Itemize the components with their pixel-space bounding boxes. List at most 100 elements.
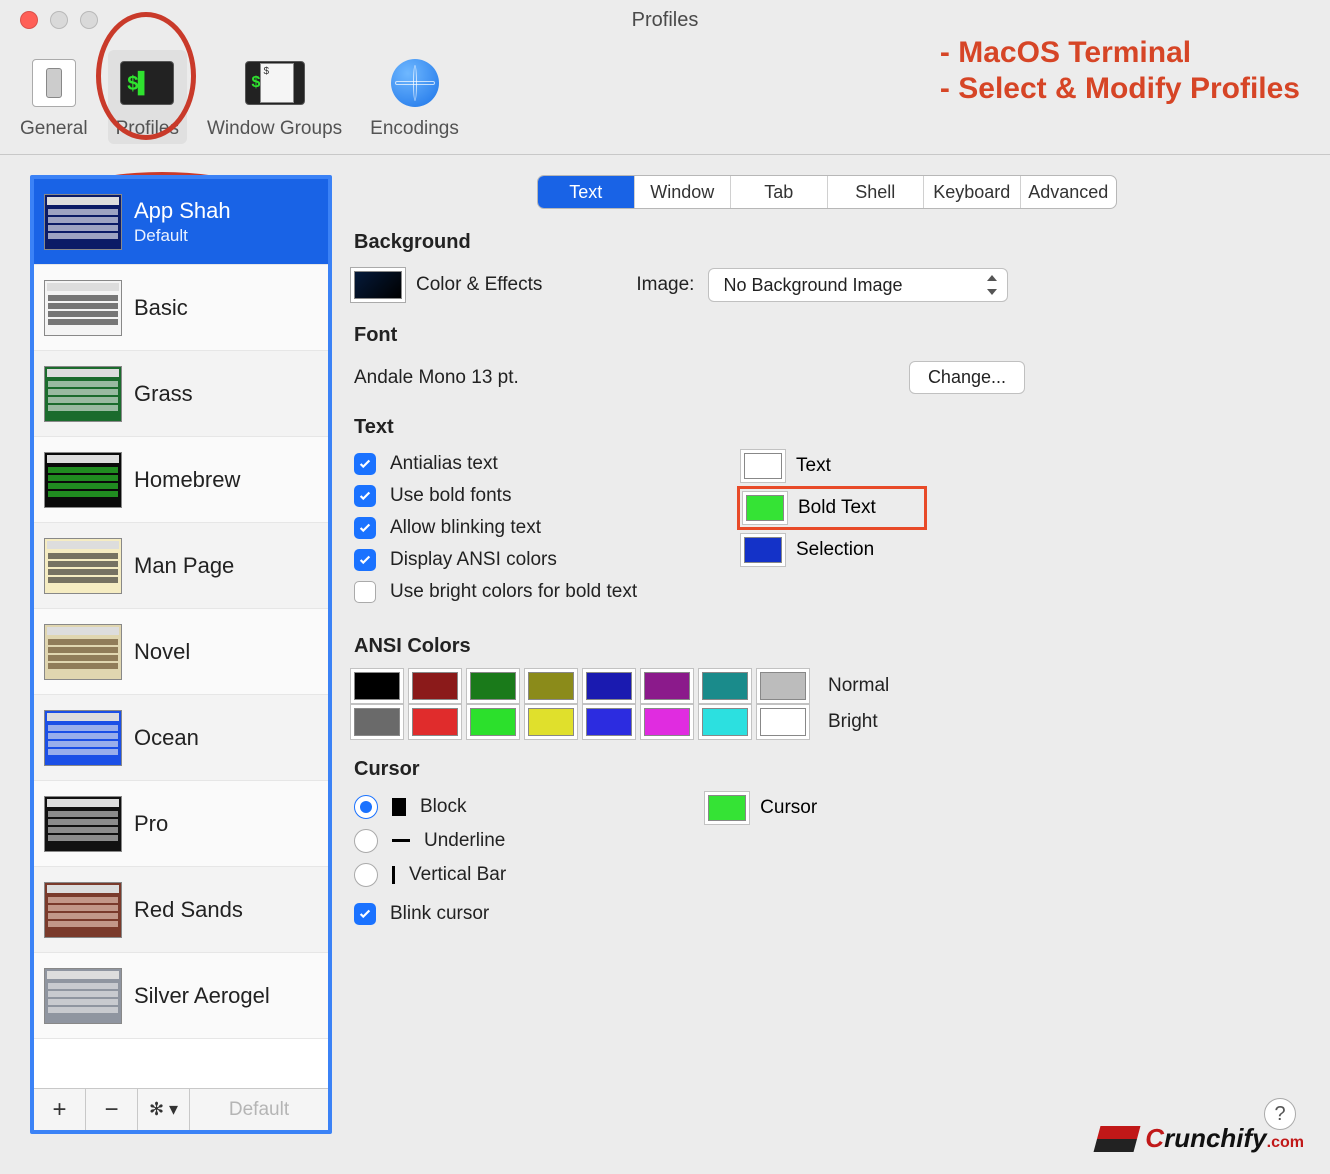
profile-name: Silver Aerogel: [134, 983, 270, 1009]
font-value: Andale Mono 13 pt.: [354, 367, 519, 389]
remove-profile-button[interactable]: −: [86, 1089, 138, 1130]
ansi-color-well[interactable]: [470, 708, 516, 736]
ansi-color-well[interactable]: [412, 672, 458, 700]
bright-bold-label: Use bright colors for bold text: [390, 581, 637, 603]
tab-keyboard[interactable]: Keyboard: [924, 176, 1021, 208]
ansi-color-well[interactable]: [644, 672, 690, 700]
selection-color-label: Selection: [796, 539, 874, 561]
ansi-color-well[interactable]: [702, 672, 748, 700]
settings-panel: TextWindowTabShellKeyboardAdvanced Backg…: [354, 175, 1300, 1134]
ansi-color-well[interactable]: [586, 708, 632, 736]
tab-window[interactable]: Window: [635, 176, 732, 208]
branding-logo: Crunchify.com: [1097, 1123, 1304, 1154]
ansi-color-well[interactable]: [528, 672, 574, 700]
profile-thumbnail: [44, 538, 122, 594]
text-color-label: Text: [796, 455, 831, 477]
toolbar-encodings-label: Encodings: [370, 118, 459, 140]
annotation-line-1: - MacOS Terminal: [940, 35, 1300, 71]
profile-row[interactable]: Pro: [34, 781, 328, 867]
section-font: Font: [354, 324, 1300, 347]
profile-row[interactable]: Novel: [34, 609, 328, 695]
globe-icon: [391, 59, 439, 107]
profile-name: Basic: [134, 295, 188, 321]
profile-thumbnail: [44, 882, 122, 938]
ansi-color-well[interactable]: [760, 672, 806, 700]
ansi-label: Display ANSI colors: [390, 549, 557, 571]
minimize-icon[interactable]: [50, 11, 68, 29]
cursor-color-well[interactable]: [708, 795, 746, 821]
profile-name: Red Sands: [134, 897, 243, 923]
section-ansi: ANSI Colors: [354, 635, 1300, 658]
ansi-color-well[interactable]: [644, 708, 690, 736]
selection-color-well[interactable]: [744, 537, 782, 563]
cursor-block-label: Block: [420, 796, 466, 818]
zoom-icon[interactable]: [80, 11, 98, 29]
cursor-underline-radio[interactable]: [354, 829, 378, 853]
toolbar-general[interactable]: General: [12, 50, 96, 144]
vertical-glyph-icon: [392, 866, 395, 884]
blinking-label: Allow blinking text: [390, 517, 541, 539]
profile-row[interactable]: Man Page: [34, 523, 328, 609]
tab-shell[interactable]: Shell: [828, 176, 925, 208]
profile-row[interactable]: Ocean: [34, 695, 328, 781]
ansi-bright-row: Bright: [354, 708, 1300, 736]
ansi-color-well[interactable]: [586, 672, 632, 700]
profile-actions-button[interactable]: ✻ ▾: [138, 1089, 190, 1130]
profile-row[interactable]: App ShahDefault: [34, 179, 328, 265]
ansi-color-well[interactable]: [354, 672, 400, 700]
ansi-color-well[interactable]: [702, 708, 748, 736]
profile-row[interactable]: Basic: [34, 265, 328, 351]
background-color-well[interactable]: [354, 271, 402, 299]
antialias-label: Antialias text: [390, 453, 498, 475]
ansi-checkbox[interactable]: [354, 549, 376, 571]
profile-row[interactable]: Red Sands: [34, 867, 328, 953]
cursor-vertical-radio[interactable]: [354, 863, 378, 887]
profile-row[interactable]: Grass: [34, 351, 328, 437]
ansi-color-well[interactable]: [470, 672, 516, 700]
window-groups-icon: $$: [245, 61, 305, 105]
profile-row[interactable]: Silver Aerogel: [34, 953, 328, 1039]
profile-thumbnail: [44, 796, 122, 852]
toolbar-general-label: General: [20, 118, 88, 140]
tab-advanced[interactable]: Advanced: [1021, 176, 1117, 208]
logo-mark-icon: [1094, 1126, 1141, 1152]
ansi-color-well[interactable]: [354, 708, 400, 736]
profile-name: Grass: [134, 381, 193, 407]
tab-text[interactable]: Text: [538, 176, 635, 208]
ansi-normal-row: Normal: [354, 672, 1300, 700]
bold-fonts-checkbox[interactable]: [354, 485, 376, 507]
cursor-block-radio[interactable]: [354, 795, 378, 819]
profile-thumbnail: [44, 624, 122, 680]
profile-thumbnail: [44, 366, 122, 422]
profile-thumbnail: [44, 280, 122, 336]
toolbar-encodings[interactable]: Encodings: [362, 50, 467, 144]
ansi-color-well[interactable]: [760, 708, 806, 736]
close-icon[interactable]: [20, 11, 38, 29]
ansi-color-well[interactable]: [528, 708, 574, 736]
add-profile-button[interactable]: +: [34, 1089, 86, 1130]
section-cursor: Cursor: [354, 758, 1300, 781]
blinking-checkbox[interactable]: [354, 517, 376, 539]
ansi-color-well[interactable]: [412, 708, 458, 736]
set-default-button[interactable]: Default: [190, 1089, 328, 1130]
bold-text-color-well[interactable]: [746, 495, 784, 521]
annotation-text: - MacOS Terminal - Select & Modify Profi…: [940, 35, 1300, 107]
antialias-checkbox[interactable]: [354, 453, 376, 475]
block-glyph-icon: [392, 798, 406, 816]
content: App ShahDefault Basic Grass HomebrewMan Pag…: [0, 165, 1330, 1174]
blink-cursor-checkbox[interactable]: [354, 903, 376, 925]
toolbar-profiles[interactable]: $▍ Profiles: [108, 50, 187, 144]
change-font-button[interactable]: Change...: [909, 361, 1025, 394]
tab-tab[interactable]: Tab: [731, 176, 828, 208]
text-color-well[interactable]: [744, 453, 782, 479]
section-text: Text: [354, 416, 1300, 439]
profile-subtitle: Default: [134, 226, 231, 246]
bright-bold-checkbox[interactable]: [354, 581, 376, 603]
profile-sidebar: App ShahDefault Basic Grass HomebrewMan Pag…: [30, 175, 332, 1134]
profile-thumbnail: [44, 968, 122, 1024]
profile-row[interactable]: Homebrew: [34, 437, 328, 523]
logo-text: Crunchify.com: [1145, 1123, 1304, 1154]
image-popup[interactable]: No Background Image: [708, 268, 1008, 302]
toolbar-window-groups[interactable]: $$ Window Groups: [199, 50, 350, 144]
chevron-updown-icon: [985, 275, 999, 295]
